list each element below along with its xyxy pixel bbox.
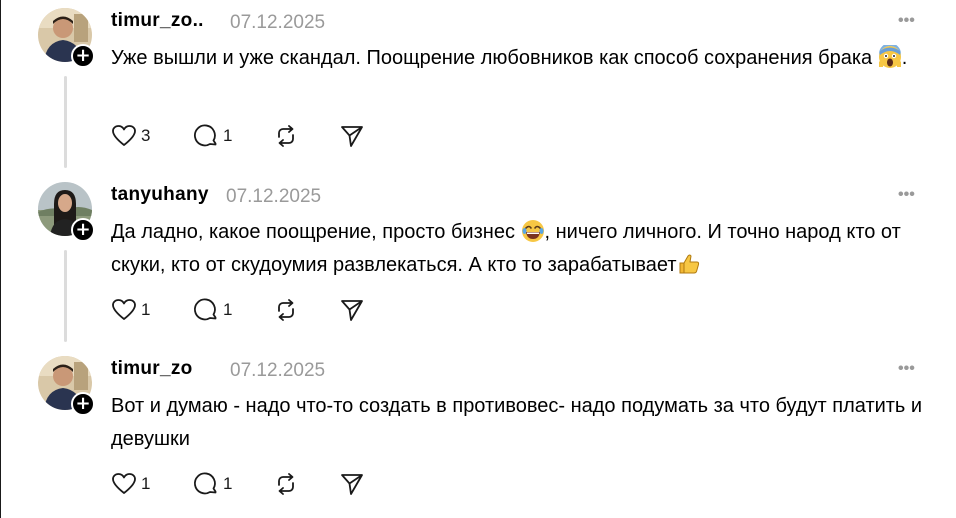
send-icon [341,474,363,495]
repost-button[interactable] [273,295,299,325]
like-button[interactable]: 3 [111,121,150,151]
repost-icon [278,299,294,321]
post: + timur_zo.. 07.12.2025 ••• Уже вышли и … [1,4,956,174]
tears-of-joy-emoji [521,220,544,242]
post: + timur_zo 07.12.2025 ••• Вот и думаю - … [1,352,956,518]
like-count: 1 [141,474,151,493]
post-text-main: Да ладно, какое поощрение, просто бизнес [111,221,521,243]
thread-view: + timur_zo.. 07.12.2025 ••• Уже вышли и … [0,0,956,518]
more-horizontal-icon[interactable]: ••• [898,186,915,204]
reply-button[interactable]: 1 [193,121,232,151]
reply-count: 1 [223,474,233,493]
more-horizontal-icon[interactable]: ••• [898,12,915,30]
post-text-tail: . [901,47,908,69]
comment-icon [194,124,217,147]
heart-icon [112,125,136,146]
share-button[interactable] [339,121,365,151]
reply-button[interactable]: 1 [193,295,232,325]
send-icon [341,300,363,321]
thumbs-up-emoji [679,254,699,274]
share-button[interactable] [339,295,365,325]
like-count: 1 [141,300,151,319]
follow-button[interactable]: + [71,392,95,416]
comment-icon [194,298,217,321]
username[interactable]: timur_zo.. [111,10,204,32]
follow-button[interactable]: + [71,44,95,68]
username[interactable]: timur_zo [111,358,193,380]
like-count: 3 [141,126,151,145]
share-button[interactable] [339,469,365,499]
thread-line [64,250,67,342]
reply-count: 1 [223,126,233,145]
repost-button[interactable] [273,469,299,499]
heart-icon [112,299,136,320]
screaming-face-emoji [878,45,901,68]
follow-button[interactable]: + [71,218,95,242]
username[interactable]: tanyuhany [111,184,209,206]
post-text: Вот и думаю - надо что-то создать в прот… [111,390,931,456]
post-date[interactable]: 07.12.2025 [230,360,325,382]
reply-button[interactable]: 1 [193,469,232,499]
post-text: Уже вышли и уже скандал. Поощрение любов… [111,42,931,75]
send-icon [341,126,363,147]
like-button[interactable]: 1 [111,469,150,499]
repost-icon [278,473,294,495]
post-text-main: Уже вышли и уже скандал. Поощрение любов… [111,47,878,69]
more-horizontal-icon[interactable]: ••• [898,360,915,378]
post-text: Да ладно, какое поощрение, просто бизнес… [111,216,931,282]
post-date[interactable]: 07.12.2025 [226,186,321,208]
reply-count: 1 [223,300,233,319]
post-text-main: Вот и думаю - надо что-то создать в прот… [111,395,923,450]
heart-icon [112,473,136,494]
thread-line [64,76,67,168]
comment-icon [194,472,217,495]
repost-button[interactable] [273,121,299,151]
repost-icon [278,125,294,147]
like-button[interactable]: 1 [111,295,150,325]
post: + tanyuhany 07.12.2025 ••• Да ладно, как… [1,178,956,348]
post-date[interactable]: 07.12.2025 [230,12,325,34]
